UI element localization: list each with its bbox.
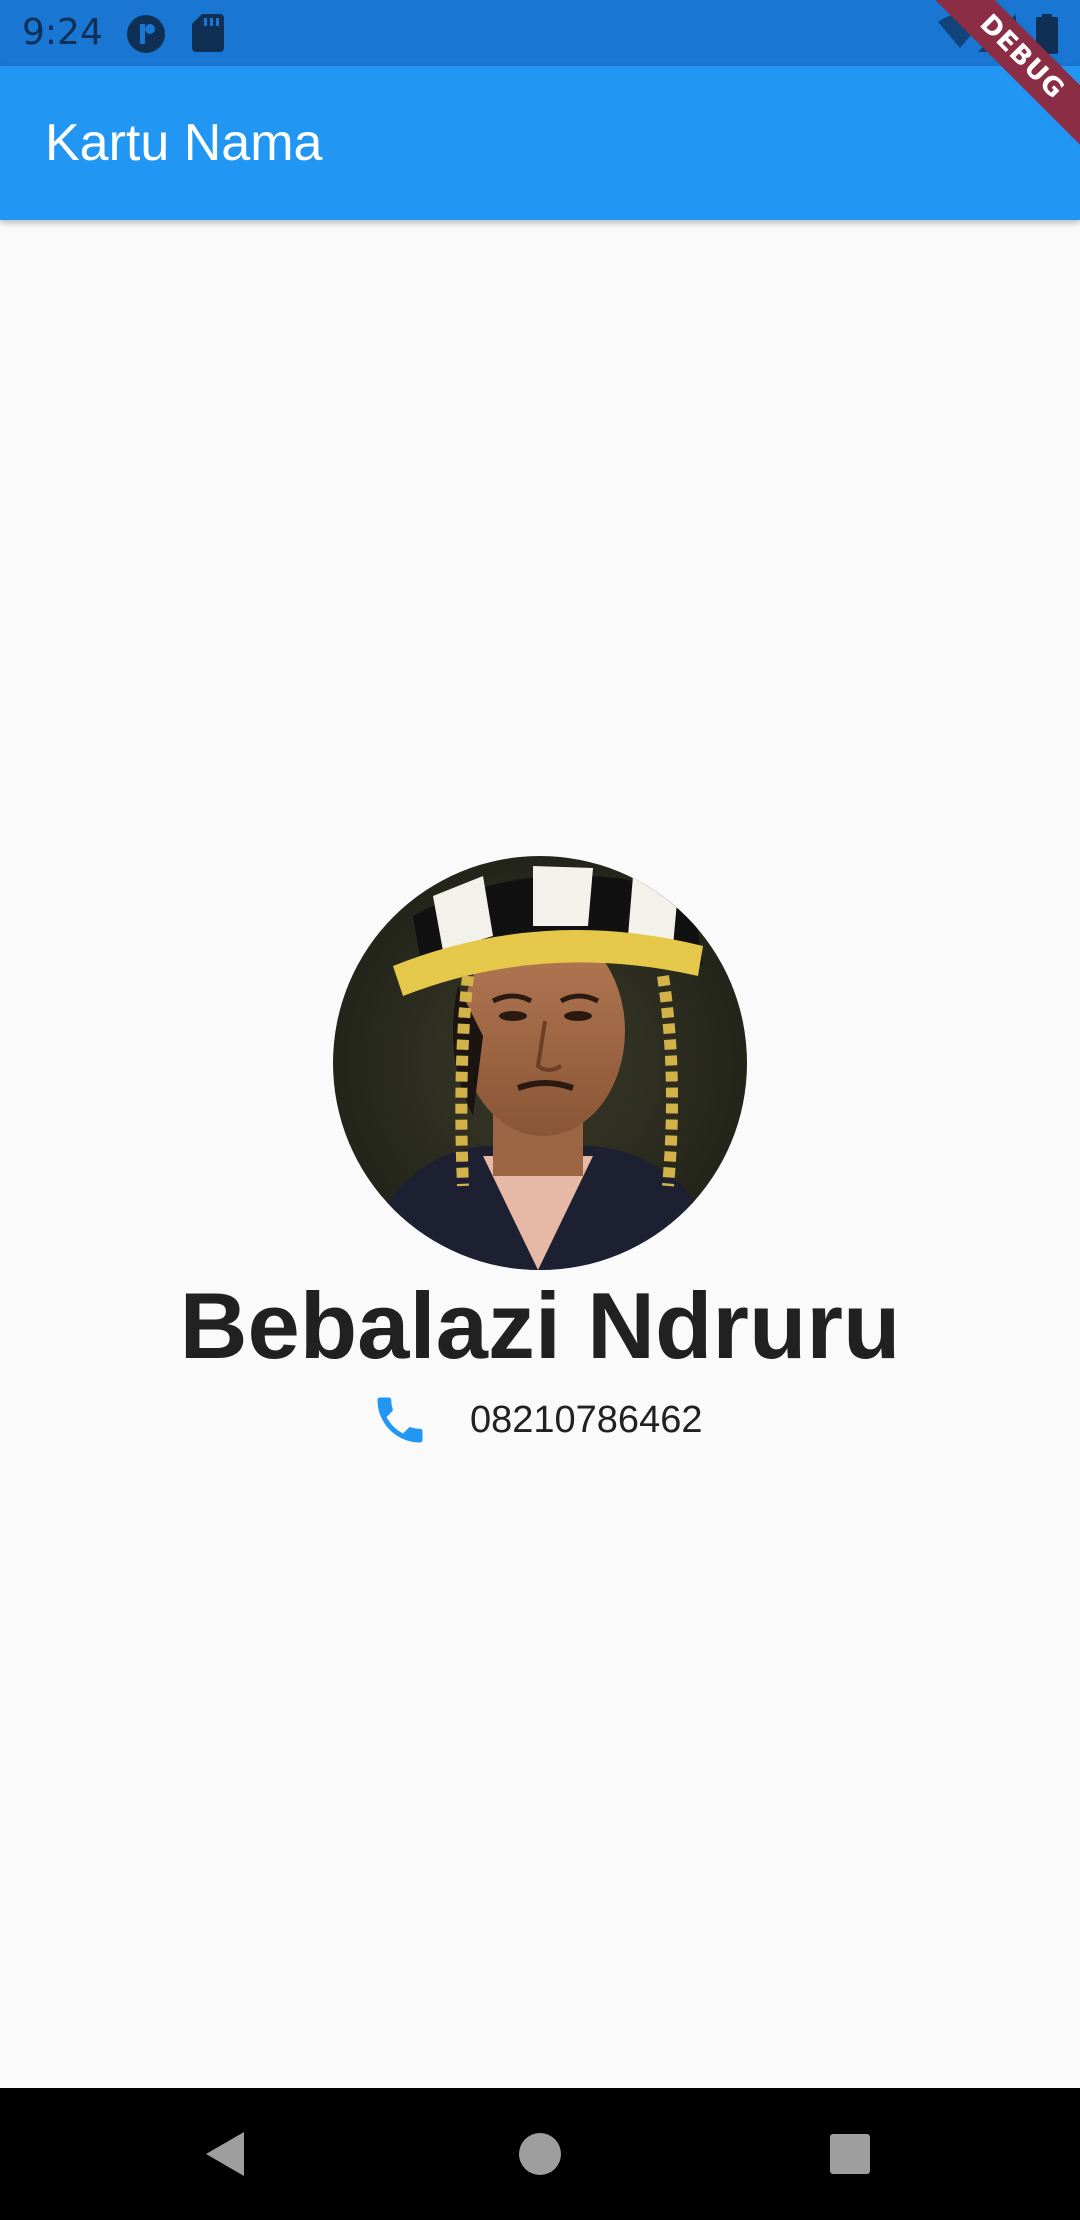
back-icon[interactable] <box>192 2122 256 2186</box>
phone-icon <box>377 1397 423 1443</box>
recents-icon[interactable] <box>818 2122 882 2186</box>
notification-app-icon <box>127 15 165 53</box>
phone-number: 08210786462 <box>470 1399 703 1441</box>
app-bar-title: Kartu Nama <box>45 114 323 172</box>
profile-photo <box>333 856 747 1270</box>
navigation-bar <box>0 2088 1080 2220</box>
profile-avatar <box>333 856 747 1270</box>
home-icon[interactable] <box>508 2122 572 2186</box>
status-bar: 9:24 <box>0 0 1080 66</box>
status-time: 9:24 <box>22 12 103 53</box>
sd-card-icon <box>192 14 224 52</box>
person-name: Bebalazi Ndruru <box>179 1273 901 1378</box>
phone-row: 08210786462 <box>370 1390 770 1450</box>
app-bar: Kartu Nama <box>0 66 1080 220</box>
